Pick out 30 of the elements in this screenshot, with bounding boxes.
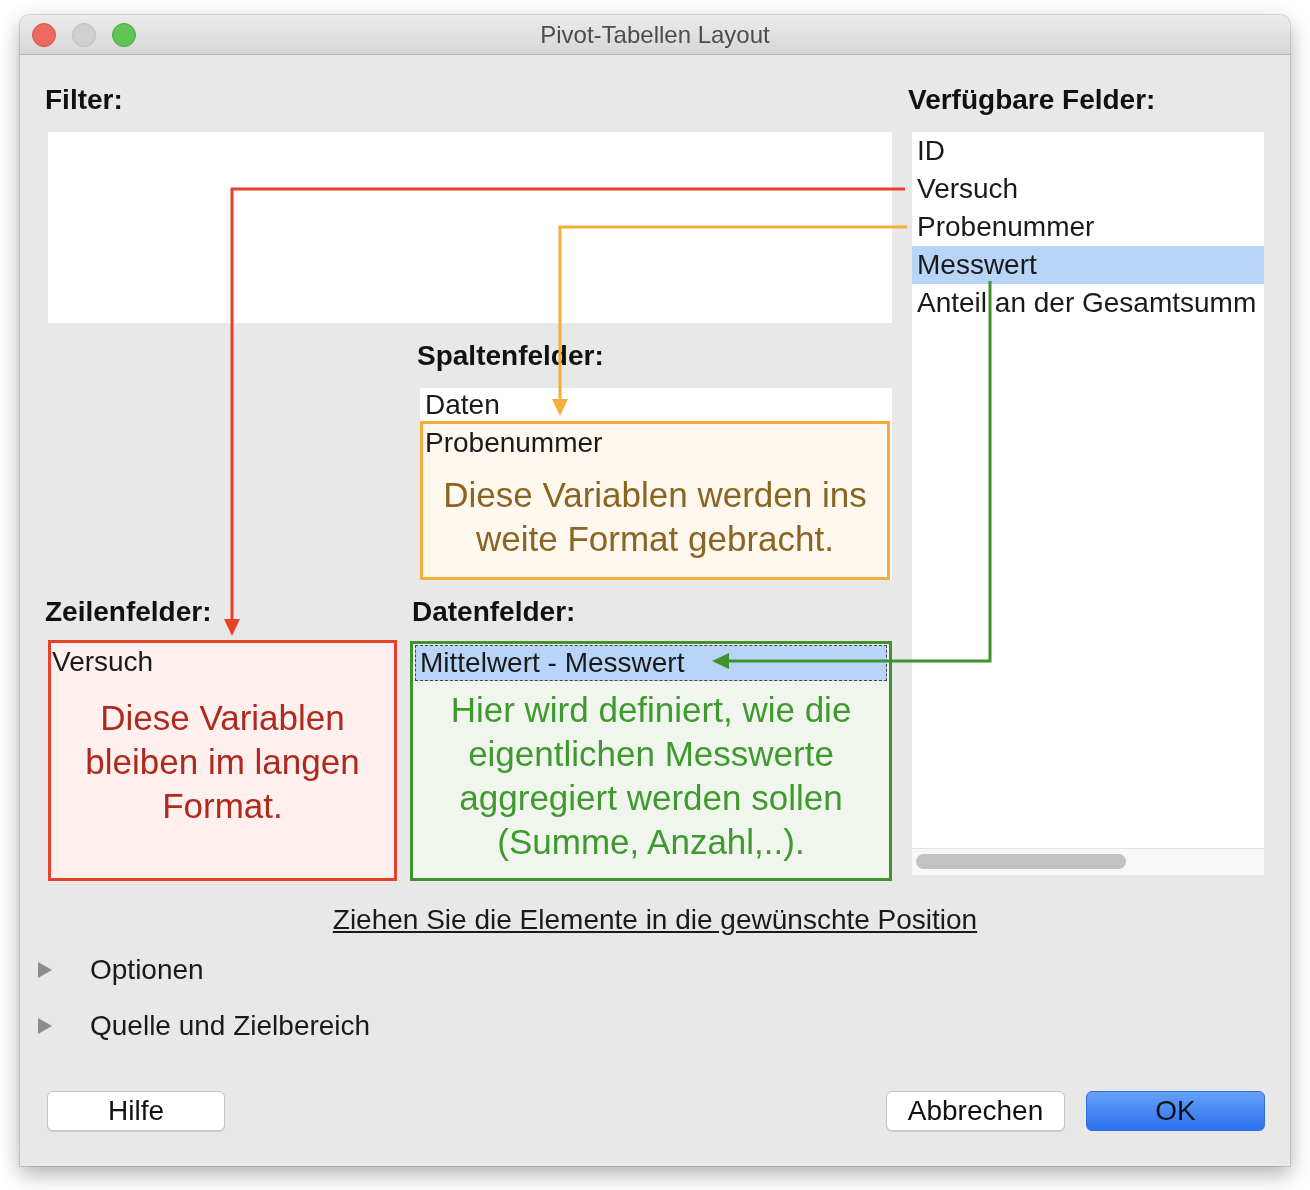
disclosure-toggle[interactable]: Quelle und Zielbereich — [38, 1006, 371, 1046]
field-item[interactable]: Daten — [420, 388, 892, 421]
field-item[interactable]: ID — [912, 132, 1264, 170]
field-item[interactable]: Mittelwert - Messwert — [415, 645, 887, 681]
section-label: Filter: — [45, 84, 124, 116]
zoom-icon[interactable] — [112, 22, 136, 47]
scrollbar-thumb[interactable] — [916, 854, 1126, 869]
field-item[interactable]: Versuch — [912, 170, 1264, 208]
drag-hint-text: Ziehen Sie die Elemente in die gewünschte Position — [332, 903, 978, 937]
close-icon[interactable] — [32, 22, 56, 47]
available-fields-list[interactable]: ID Versuch Probenummer Messwert Anteil an der Gesamtsumm — [912, 132, 1264, 875]
dialog-button[interactable]: Abbrechen — [886, 1091, 1065, 1131]
section-label: Datenfelder: — [412, 596, 577, 628]
column-fields-list[interactable]: Daten Probenummer Diese Variablen werden ins weite Format gebracht. — [420, 388, 892, 580]
callout-text: Hier wird definiert, wie die eigentlichen Messwerte aggregiert werden sollen (Summe, Anzahl,..). — [449, 689, 853, 863]
window-title: Pivot-Tabellen Layout — [540, 19, 770, 50]
field-item[interactable]: Probenummer — [423, 424, 887, 462]
dialog-button[interactable]: OK — [1086, 1091, 1265, 1131]
filter-drop-area[interactable] — [48, 132, 892, 323]
field-item[interactable]: Versuch — [51, 643, 394, 681]
section-label: Zeilenfelder: — [45, 596, 213, 628]
disclosure-toggle[interactable]: Optionen — [38, 950, 204, 990]
field-item[interactable]: Messwert — [912, 246, 1264, 284]
horizontal-scrollbar[interactable] — [912, 848, 1264, 875]
section-label: Verfügbare Felder: — [908, 84, 1157, 116]
field-item[interactable]: Anteil an der Gesamtsumm — [912, 284, 1264, 322]
callout-text: Diese Variablen werden ins weite Format gebracht. — [442, 474, 868, 560]
dialog-button[interactable]: Hilfe — [47, 1091, 225, 1131]
field-item[interactable]: Probenummer — [912, 208, 1264, 246]
callout-text: Diese Variablen bleiben im langen Format. — [84, 697, 361, 827]
